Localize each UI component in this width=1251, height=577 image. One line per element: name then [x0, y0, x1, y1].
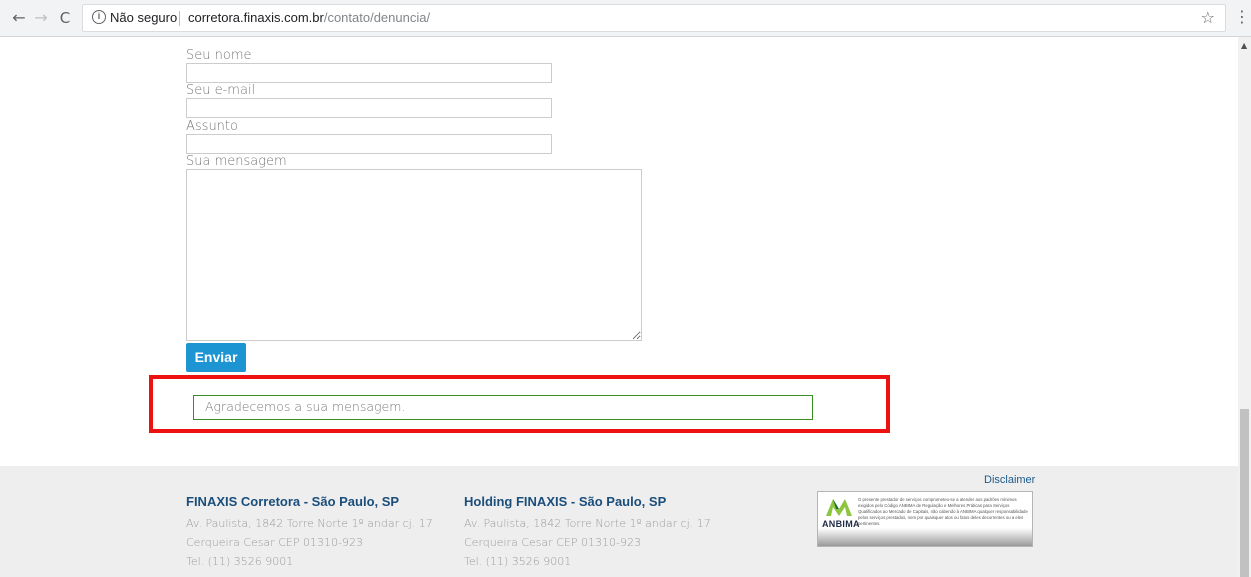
subject-label: Assunto: [186, 119, 238, 134]
anbima-logo-icon: [826, 499, 852, 516]
forward-arrow-icon[interactable]: →: [32, 9, 50, 27]
page-scrollbar[interactable]: ▲: [1238, 37, 1251, 577]
anbima-name: ANBIMA: [822, 519, 860, 529]
footer-col1-title: FINAXIS Corretora - São Paulo, SP: [186, 494, 400, 509]
address-divider: [179, 11, 180, 26]
message-textarea[interactable]: [186, 169, 642, 341]
subject-input[interactable]: [186, 134, 552, 154]
name-label: Seu nome: [186, 48, 252, 63]
footer-col1-address1: Av. Paulista, 1842 Torre Norte 1º andar …: [186, 517, 433, 530]
name-input[interactable]: [186, 63, 552, 83]
footer-col2-address2: Cerqueira Cesar CEP 01310-923: [464, 536, 641, 549]
message-label: Sua mensagem: [186, 154, 287, 169]
anbima-text: O presente prestador de serviços comprom…: [858, 497, 1028, 526]
footer-col2-address1: Av. Paulista, 1842 Torre Norte 1º andar …: [464, 517, 711, 530]
url-text[interactable]: corretora.finaxis.com.br/contato/denunci…: [188, 10, 430, 25]
security-label[interactable]: Não seguro: [110, 10, 177, 25]
browser-toolbar: ← → C i Não seguro corretora.finaxis.com…: [0, 0, 1251, 37]
submit-button[interactable]: Enviar: [186, 343, 246, 372]
address-bar[interactable]: i Não seguro corretora.finaxis.com.br/co…: [82, 4, 1226, 32]
reload-icon[interactable]: C: [56, 9, 74, 27]
star-icon[interactable]: ☆: [1201, 8, 1215, 27]
footer-col1-phone: Tel. (11) 3526 9001: [186, 555, 294, 568]
anbima-seal[interactable]: ANBIMA O presente prestador de serviços …: [817, 491, 1033, 547]
footer-col2-phone: Tel. (11) 3526 9001: [464, 555, 572, 568]
disclaimer-link[interactable]: Disclaimer: [984, 474, 1035, 486]
url-path: /contato/denuncia/: [323, 10, 431, 25]
scroll-thumb[interactable]: [1240, 409, 1249, 577]
success-message: Agradecemos a sua mensagem.: [193, 395, 813, 420]
url-host: corretora.finaxis.com.br: [188, 10, 324, 25]
email-input[interactable]: [186, 98, 552, 118]
page-footer: Disclaimer FINAXIS Corretora - São Paulo…: [0, 466, 1238, 577]
footer-col2-title: Holding FINAXIS - São Paulo, SP: [464, 494, 667, 509]
footer-col1-address2: Cerqueira Cesar CEP 01310-923: [186, 536, 363, 549]
scroll-up-arrow-icon[interactable]: ▲: [1241, 41, 1247, 50]
anbima-seal-shade: [818, 528, 1032, 546]
back-arrow-icon[interactable]: ←: [10, 9, 28, 27]
info-icon[interactable]: i: [92, 10, 106, 24]
email-label: Seu e-mail: [186, 83, 256, 98]
menu-dots-icon[interactable]: ⋮: [1234, 8, 1250, 26]
